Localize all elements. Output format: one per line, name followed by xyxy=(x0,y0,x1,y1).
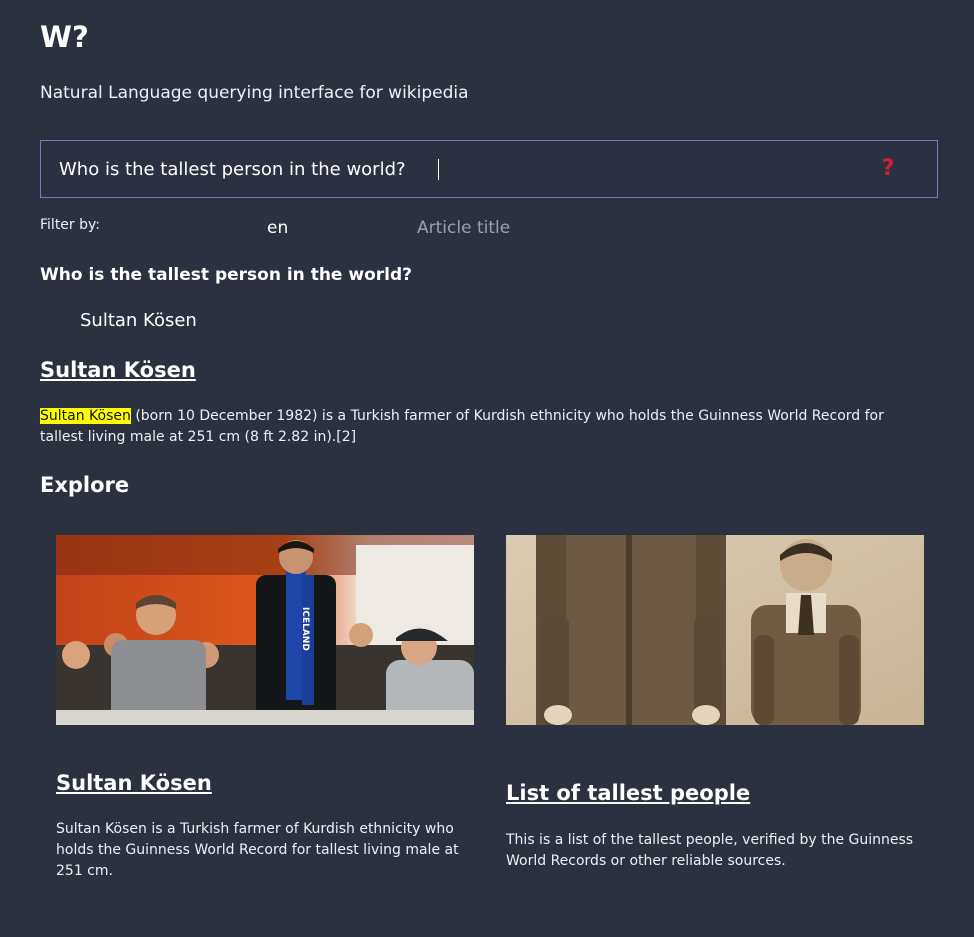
scarf-text: ICELAND xyxy=(300,607,310,651)
article-title-filter-input[interactable] xyxy=(417,216,637,240)
app-title: W? xyxy=(40,20,89,54)
snippet-highlight: Sultan Kösen xyxy=(40,408,131,424)
search-input[interactable] xyxy=(59,141,849,197)
explore-card-tallest-people: List of tallest people This is a list of… xyxy=(506,535,924,875)
explore-heading: Explore xyxy=(40,473,130,497)
app: W? Natural Language querying interface f… xyxy=(0,0,974,937)
card-title-tallest-people[interactable]: List of tallest people xyxy=(506,779,750,807)
text-caret xyxy=(438,159,439,180)
question-heading: Who is the tallest person in the world? xyxy=(40,265,412,285)
card-description-tallest-people: This is a list of the tallest people, ve… xyxy=(506,832,914,869)
article-snippet: Sultan Kösen (born 10 December 1982) is … xyxy=(40,406,920,448)
filter-label: Filter by: xyxy=(40,217,100,233)
snippet-text: (born 10 December 1982) is a Turkish far… xyxy=(40,408,884,445)
card-image-tallest-people[interactable] xyxy=(506,535,924,725)
language-filter-input[interactable] xyxy=(267,216,387,240)
card-image-sultan-kosen[interactable]: ICELAND xyxy=(56,535,474,725)
search-box: ? xyxy=(40,140,938,198)
card-description-sultan-kosen: Sultan Kösen is a Turkish farmer of Kurd… xyxy=(56,821,459,879)
article-title-link[interactable]: Sultan Kösen xyxy=(40,356,196,384)
card-title-sultan-kosen[interactable]: Sultan Kösen xyxy=(56,769,212,797)
answer-text: Sultan Kösen xyxy=(80,310,197,331)
explore-card-sultan-kosen: ICELAND Sultan Kösen Sultan Kösen is a T… xyxy=(56,535,474,885)
question-mark-icon[interactable]: ? xyxy=(875,154,901,184)
app-subtitle: Natural Language querying interface for … xyxy=(40,83,469,103)
